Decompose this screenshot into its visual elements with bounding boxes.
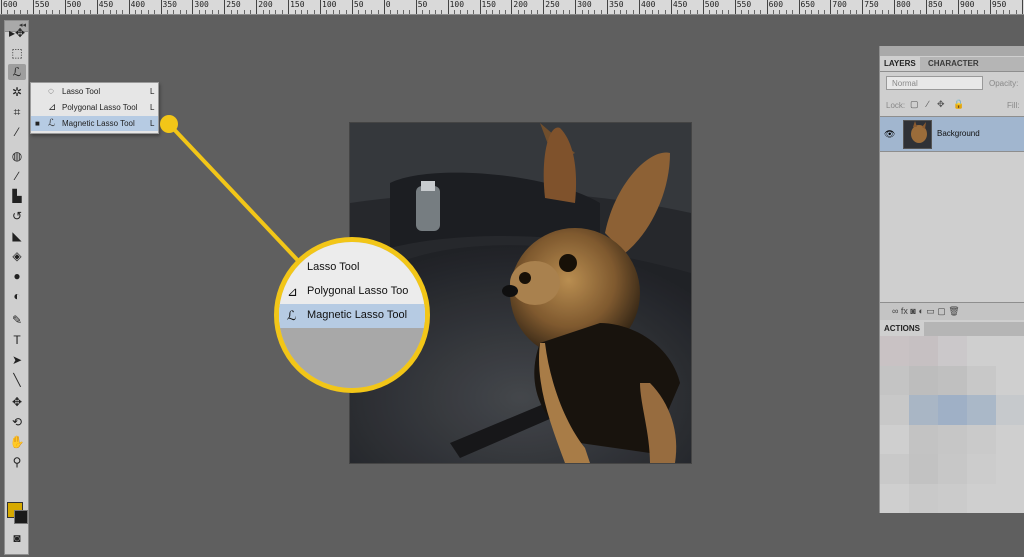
actions-panel: ACTIONS	[879, 322, 1024, 513]
blurred-pixel	[938, 454, 968, 485]
blurred-pixel	[880, 336, 910, 367]
blurred-pixel	[909, 454, 939, 485]
polygonal-lasso-icon: ⊿	[287, 284, 298, 299]
blurred-pixel	[938, 395, 968, 426]
blurred-pixel	[996, 424, 1024, 455]
zoom-item-lasso-tool: ◌ Lasso Tool	[279, 256, 425, 280]
blurred-pixel	[909, 395, 939, 426]
blurred-pixel	[938, 365, 968, 396]
callout-connector-line	[167, 122, 307, 270]
blurred-pixel	[967, 395, 997, 426]
zoom-item-label: Lasso Tool	[307, 261, 360, 273]
callout-anchor-dot	[160, 115, 178, 133]
actions-panel-tabs: ACTIONS	[880, 322, 1024, 336]
lock-label: Lock:	[886, 101, 906, 110]
layers-panel: LAYERS CHARACTER Normal Opacity: Lock: ▢…	[879, 46, 1024, 323]
layer-name: Background	[937, 129, 980, 138]
blurred-actions-content	[880, 336, 1024, 513]
blurred-pixel	[880, 395, 910, 426]
visibility-eye-icon[interactable]: 👁	[884, 129, 895, 140]
blurred-pixel	[938, 336, 968, 367]
blurred-pixel	[909, 424, 939, 455]
blurred-pixel	[996, 395, 1024, 426]
blend-mode-dropdown[interactable]: Normal	[886, 76, 983, 90]
blurred-pixel	[967, 365, 997, 396]
blurred-pixel	[909, 336, 939, 367]
zoom-callout-magnifier: ◌ Lasso Tool ⊿ Polygonal Lasso Too ℒ Mag…	[274, 237, 430, 393]
blurred-pixel	[996, 483, 1024, 513]
panel-titlebar[interactable]	[880, 46, 1024, 56]
lasso-icon: ◌	[287, 260, 295, 275]
lock-options-icons[interactable]: ▢ ∕ ✥ 🔒	[910, 99, 967, 110]
tab-layers[interactable]: LAYERS	[880, 57, 920, 71]
blurred-pixel	[996, 454, 1024, 485]
blurred-pixel	[938, 424, 968, 455]
blurred-pixel	[967, 483, 997, 513]
blurred-pixel	[880, 454, 910, 485]
blurred-pixel	[996, 365, 1024, 396]
layers-panel-tabs: LAYERS CHARACTER	[880, 57, 1024, 72]
blurred-pixel	[909, 365, 939, 396]
zoom-item-polygonal-lasso-tool: ⊿ Polygonal Lasso Too	[279, 280, 425, 304]
blurred-pixel	[880, 365, 910, 396]
layer-row-background[interactable]: 👁 Background	[880, 116, 1024, 152]
blurred-pixel	[880, 424, 910, 455]
magnetic-lasso-icon: ℒ	[287, 308, 297, 323]
fill-label: Fill:	[1007, 101, 1020, 110]
zoom-item-label: Magnetic Lasso Tool	[307, 309, 408, 321]
layer-thumbnail	[903, 120, 932, 149]
blurred-pixel	[880, 483, 910, 513]
opacity-label: Opacity:	[989, 79, 1019, 88]
tab-actions[interactable]: ACTIONS	[880, 322, 924, 336]
zoom-item-magnetic-lasso-tool: ℒ Magnetic Lasso Tool	[279, 304, 425, 328]
blurred-pixel	[967, 454, 997, 485]
blurred-pixel	[938, 483, 968, 513]
zoom-item-label: Polygonal Lasso Too	[307, 285, 409, 297]
tab-character[interactable]: CHARACTER	[924, 57, 983, 71]
blurred-pixel	[996, 336, 1024, 367]
blurred-pixel	[909, 483, 939, 513]
layers-panel-footer-icons[interactable]: ∞ fx ◙ ◐ ▭ ▢ 🗑	[880, 302, 1024, 320]
zoom-shadow-area	[279, 328, 425, 388]
blurred-pixel	[967, 336, 997, 367]
blurred-pixel	[967, 424, 997, 455]
